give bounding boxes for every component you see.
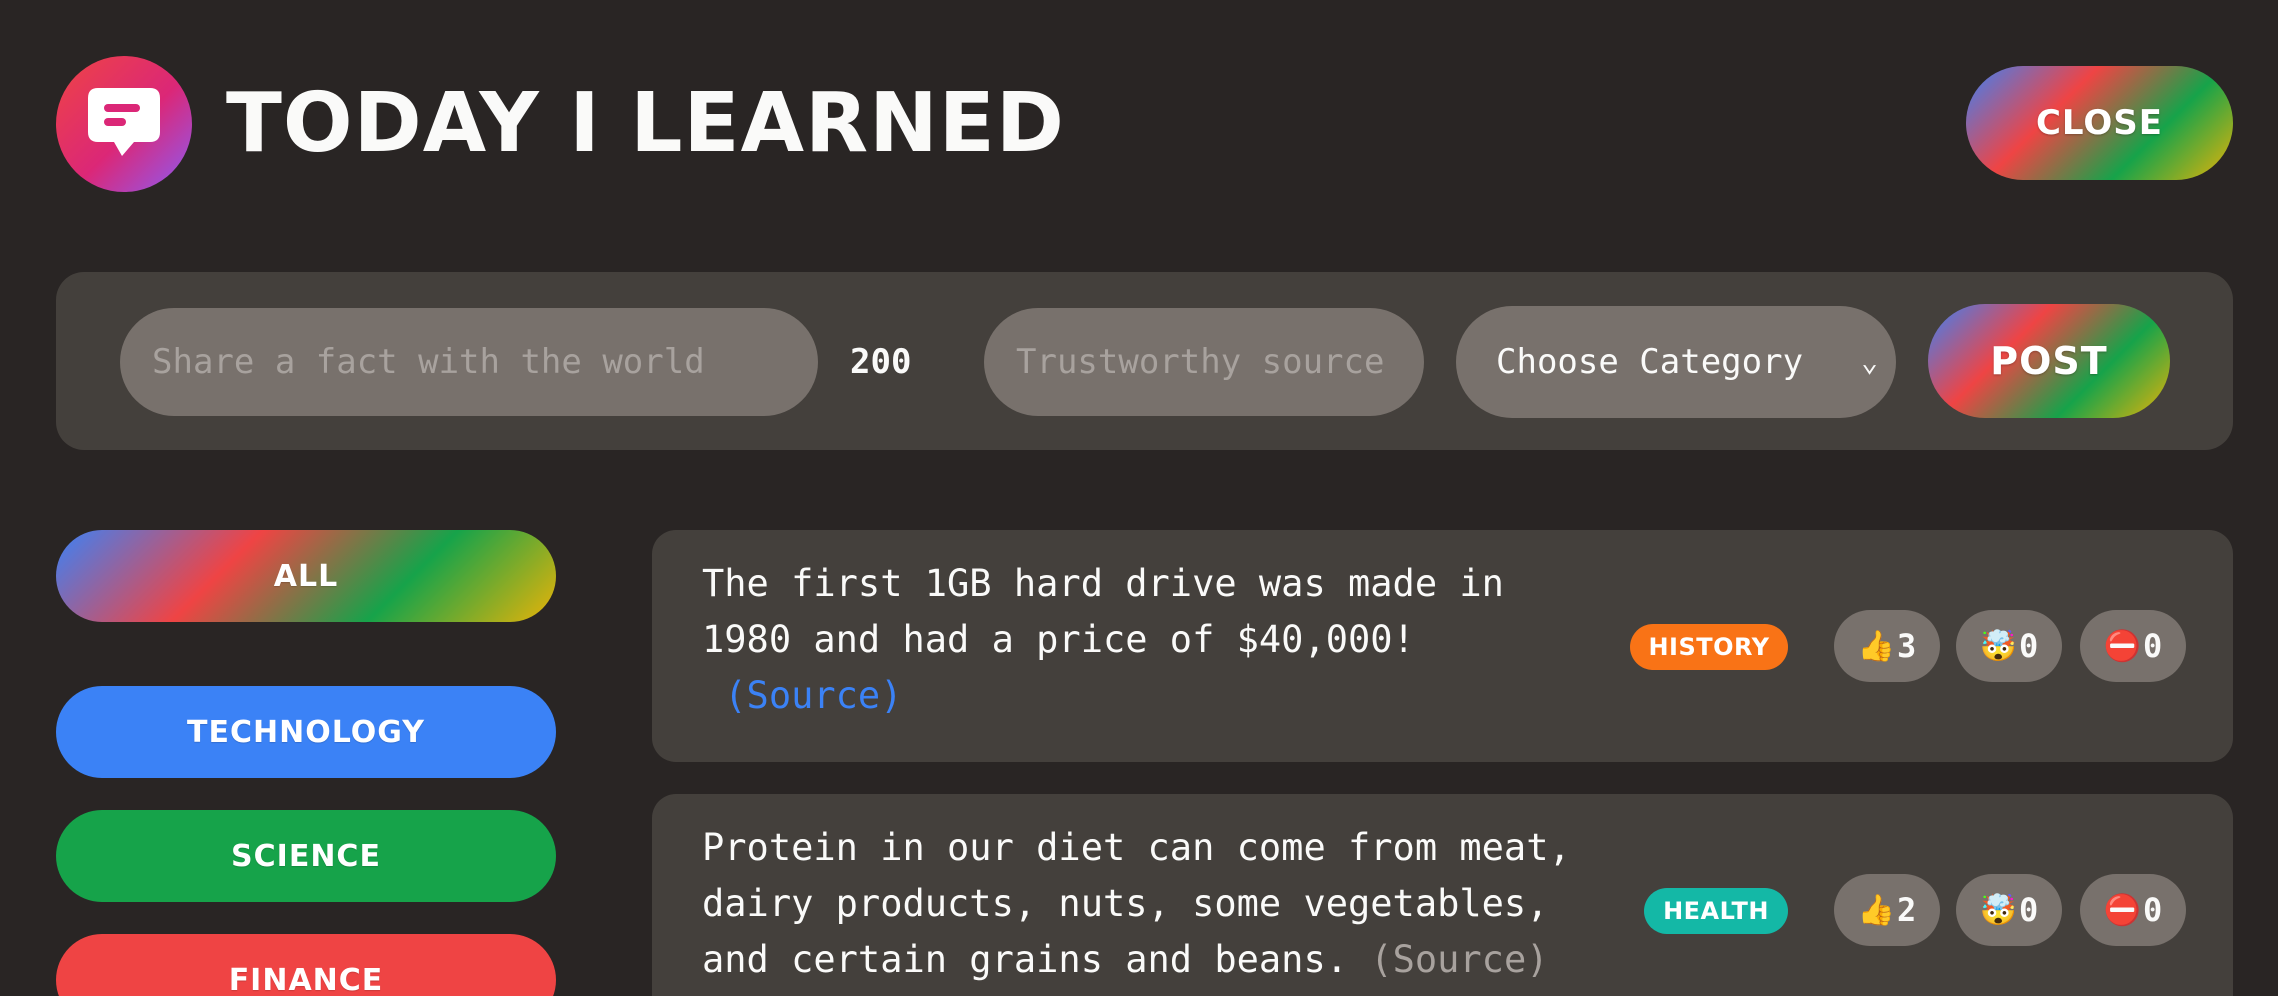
fact-text-line: Protein in our diet can come from meat, bbox=[702, 826, 1571, 869]
new-fact-form: 200 Choose Category ⌄ Post bbox=[56, 272, 2233, 450]
vote-interesting-button[interactable]: 👍 3 bbox=[1834, 610, 1940, 682]
source-input[interactable] bbox=[984, 308, 1424, 416]
post-button[interactable]: Post bbox=[1928, 304, 2170, 418]
fact-text-line: The first 1GB hard drive was made in bbox=[702, 562, 1504, 605]
no-entry-icon: ⛔️ bbox=[2103, 892, 2142, 928]
vote-count: 0 bbox=[2143, 627, 2163, 665]
vote-count: 0 bbox=[2019, 627, 2039, 665]
mind-blown-icon: 🤯 bbox=[1979, 892, 2018, 928]
fact-card: Protein in our diet can come from meat, … bbox=[652, 794, 2233, 996]
chat-bubble-icon bbox=[56, 56, 192, 192]
category-select-value: Choose Category bbox=[1496, 342, 1804, 382]
char-count: 200 bbox=[850, 342, 912, 382]
chevron-down-icon: ⌄ bbox=[1861, 345, 1878, 378]
category-tag: Health bbox=[1644, 888, 1788, 934]
fact-text-line: dairy products, nuts, some vegetables, bbox=[702, 882, 1549, 925]
vote-mindblowing-button[interactable]: 🤯 0 bbox=[1956, 610, 2062, 682]
fact-text-input[interactable] bbox=[120, 308, 818, 416]
fact-text: Protein in our diet can come from meat, … bbox=[702, 820, 1571, 988]
thumbs-up-icon: 👍 bbox=[1857, 892, 1896, 928]
category-filter-finance[interactable]: Finance bbox=[56, 934, 556, 996]
vote-false-button[interactable]: ⛔️ 0 bbox=[2080, 610, 2186, 682]
vote-count: 0 bbox=[2019, 891, 2039, 929]
category-filter-technology[interactable]: Technology bbox=[56, 686, 556, 778]
vote-false-button[interactable]: ⛔️ 0 bbox=[2080, 874, 2186, 946]
no-entry-icon: ⛔️ bbox=[2103, 628, 2142, 664]
thumbs-up-icon: 👍 bbox=[1857, 628, 1896, 664]
category-filter-all[interactable]: All bbox=[56, 530, 556, 622]
category-tag: History bbox=[1630, 624, 1788, 670]
vote-count: 3 bbox=[1897, 627, 1917, 665]
page-title: Today I Learned bbox=[226, 76, 1065, 171]
fact-source-link[interactable]: (Source) bbox=[724, 674, 902, 717]
fact-text: The first 1GB hard drive was made in 198… bbox=[702, 556, 1504, 724]
vote-mindblowing-button[interactable]: 🤯 0 bbox=[1956, 874, 2062, 946]
close-button[interactable]: Close bbox=[1966, 66, 2233, 180]
category-filter-science[interactable]: Science bbox=[56, 810, 556, 902]
app-header: Today I Learned Close bbox=[56, 56, 2233, 192]
fact-card: The first 1GB hard drive was made in 198… bbox=[652, 530, 2233, 762]
mind-blown-icon: 🤯 bbox=[1979, 628, 2018, 664]
fact-text-line: and certain grains and beans. bbox=[702, 938, 1349, 981]
fact-text-line: 1980 and had a price of $40,000! bbox=[702, 618, 1415, 661]
vote-interesting-button[interactable]: 👍 2 bbox=[1834, 874, 1940, 946]
vote-count: 2 bbox=[1897, 891, 1917, 929]
vote-count: 0 bbox=[2143, 891, 2163, 929]
fact-source-link[interactable]: (Source) bbox=[1370, 938, 1548, 981]
category-select[interactable]: Choose Category ⌄ bbox=[1456, 306, 1896, 418]
